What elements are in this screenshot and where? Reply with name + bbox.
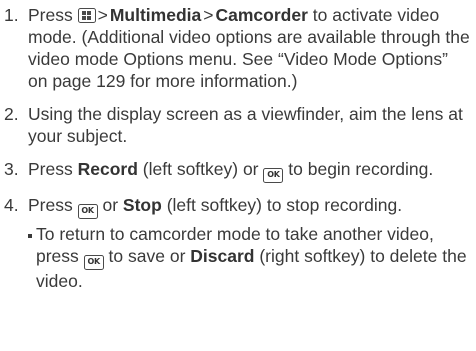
- ok-key-icon: OK: [83, 255, 104, 270]
- step-text: Press > Multimedia > Camcorder to activate …: [28, 4, 472, 92]
- step-text: Press OK or Stop (left softkey) to stop …: [28, 194, 472, 219]
- or-text: or: [102, 195, 119, 215]
- sub-bullet: To return to camcorder mode to take anot…: [28, 223, 472, 292]
- ok-key-icon: OK: [263, 168, 284, 183]
- sub-bullet-text: To return to camcorder mode to take anot…: [36, 223, 472, 292]
- multimedia-label: Multimedia: [109, 5, 202, 25]
- step-number: 1.: [4, 5, 19, 25]
- menu-key-icon: [77, 8, 96, 23]
- step-3-rest: to begin recording.: [288, 159, 434, 179]
- stop-label: Stop: [122, 195, 162, 215]
- square-bullet-icon: [28, 223, 36, 245]
- press-text: Press: [28, 5, 73, 25]
- step-4: 4. Press OK or Stop (left softkey) to st…: [4, 194, 472, 219]
- step-1: 1. Press > Multimedia > Camcorder to activa…: [4, 4, 472, 92]
- chevron-right-icon: >: [97, 5, 108, 25]
- sub-middle: to save or: [108, 246, 186, 266]
- ok-key-icon: OK: [77, 204, 98, 219]
- step-number: 4.: [4, 195, 19, 215]
- record-label: Record: [77, 159, 138, 179]
- step-4-rest: (left softkey) to stop recording.: [166, 195, 403, 215]
- step-3-middle: (left softkey) or: [142, 159, 259, 179]
- step-number: 3.: [4, 159, 19, 179]
- press-text: Press: [28, 195, 73, 215]
- step-2: 2. Using the display screen as a viewfin…: [4, 103, 472, 147]
- step-text: Press Record (left softkey) or OK to beg…: [28, 158, 472, 183]
- step-3: 3. Press Record (left softkey) or OK to …: [4, 158, 472, 183]
- discard-label: Discard: [190, 246, 255, 266]
- step-text: Using the display screen as a viewfinder…: [28, 104, 463, 146]
- camcorder-label: Camcorder: [215, 5, 308, 25]
- step-number: 2.: [4, 104, 19, 124]
- instructions-page: 1. Press > Multimedia > Camcorder to activa…: [0, 0, 476, 351]
- press-text: Press: [28, 159, 73, 179]
- chevron-right-icon: >: [203, 5, 214, 25]
